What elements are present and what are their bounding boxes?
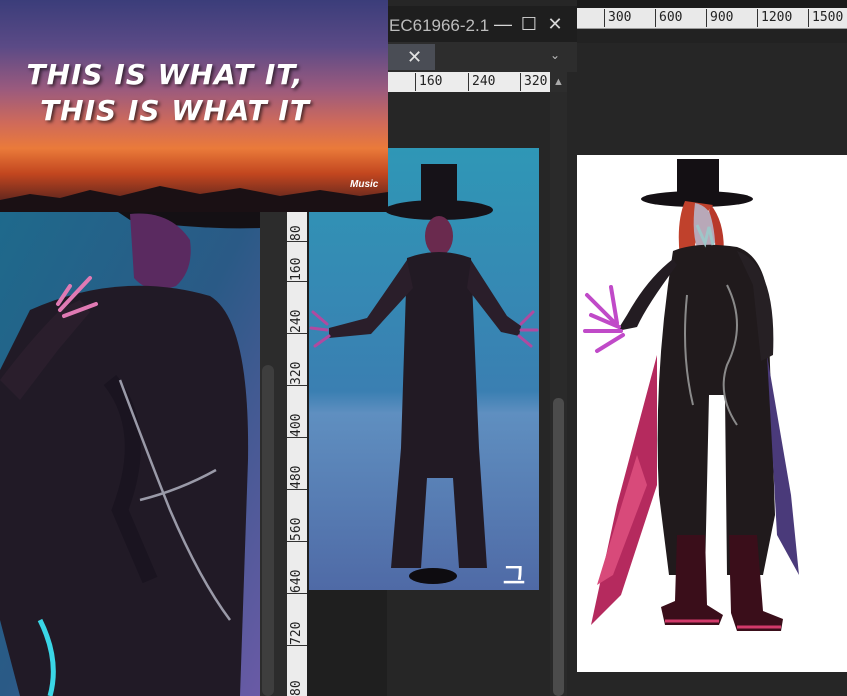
ruler-tick: 240 bbox=[287, 297, 307, 334]
hangul-watermark: 그 bbox=[503, 563, 526, 590]
right-window-titlebar bbox=[577, 0, 847, 8]
ruler-tick: 480 bbox=[287, 453, 307, 490]
channel-logo: Music bbox=[350, 179, 379, 190]
ruler-tick: 160 bbox=[287, 245, 307, 282]
character-photo bbox=[309, 148, 539, 590]
ruler-tick: 400 bbox=[287, 401, 307, 438]
right-artwork-canvas[interactable] bbox=[577, 155, 847, 672]
ruler-tick: 900 bbox=[706, 9, 733, 27]
character-closeup bbox=[0, 200, 260, 696]
ruler-tick: 80 bbox=[287, 661, 307, 696]
right-horizontal-ruler: 300 600 900 1200 1500 bbox=[577, 8, 847, 29]
left-scrollbar-thumb[interactable] bbox=[262, 365, 274, 696]
lyric-line-1: THIS IS WHAT IT, bbox=[26, 58, 304, 91]
ruler-tick: 600 bbox=[655, 9, 682, 27]
ruler-tick: 1500 bbox=[808, 9, 843, 27]
scrollbar-thumb[interactable] bbox=[553, 398, 564, 696]
left-closeup-photo[interactable] bbox=[0, 200, 260, 696]
tab-close-icon[interactable]: ✕ bbox=[407, 46, 422, 68]
ruler-tick: 320 bbox=[287, 349, 307, 386]
chevron-down-icon[interactable]: ⌄ bbox=[550, 48, 560, 62]
ruler-tick: 240 bbox=[468, 73, 495, 91]
character-illustration bbox=[583, 159, 799, 631]
close-button[interactable]: ✕ bbox=[544, 14, 566, 34]
maximize-button[interactable]: ☐ bbox=[518, 14, 540, 34]
right-window-toolbar bbox=[577, 29, 847, 43]
ruler-tick: 560 bbox=[287, 505, 307, 542]
middle-vertical-ruler: 80 160 240 320 400 480 560 640 720 80 bbox=[287, 205, 307, 696]
middle-horizontal-ruler: 160 240 320 bbox=[387, 72, 550, 92]
ruler-tick: 1200 bbox=[757, 9, 792, 27]
window-title: EC61966-2.1 bbox=[389, 16, 489, 35]
middle-photo-canvas[interactable] bbox=[309, 148, 539, 590]
ruler-tick: 300 bbox=[604, 9, 631, 27]
ruler-tick: 160 bbox=[415, 73, 442, 91]
ruler-tick: 720 bbox=[287, 609, 307, 646]
lyric-line-2: THIS IS WHAT IT bbox=[40, 94, 310, 127]
ruler-tick: 640 bbox=[287, 557, 307, 594]
scroll-up-icon[interactable]: ▲ bbox=[550, 72, 567, 92]
minimize-button[interactable]: — bbox=[492, 14, 514, 34]
ruler-tick: 320 bbox=[520, 73, 547, 91]
